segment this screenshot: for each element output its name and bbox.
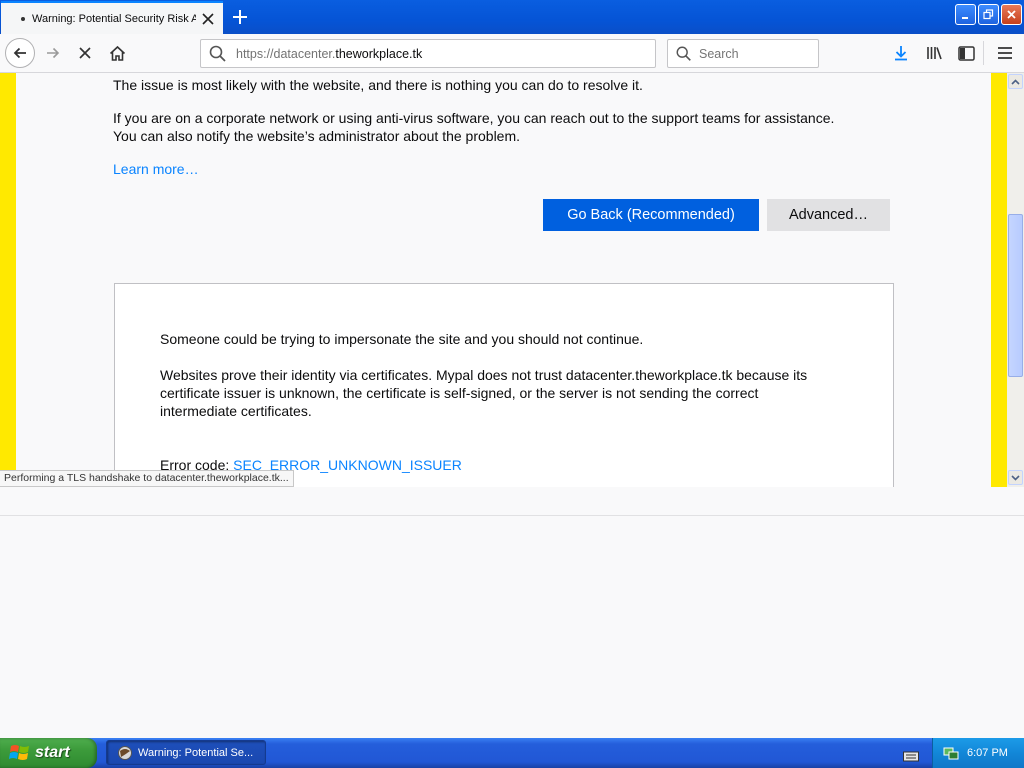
notify-admin-text: You can also notify the website’s admini… bbox=[113, 128, 521, 144]
search-icon bbox=[209, 45, 226, 62]
library-icon bbox=[926, 47, 942, 60]
restore-button[interactable] bbox=[978, 4, 999, 25]
url-bar[interactable]: https://datacenter.theworkplace.tk bbox=[200, 39, 656, 68]
advanced-button[interactable]: Advanced… bbox=[767, 199, 890, 231]
sidebar-icon bbox=[957, 45, 975, 61]
forward-button[interactable] bbox=[38, 38, 68, 68]
page-viewport: The issue is most likely with the websit… bbox=[0, 73, 1024, 487]
clock: 6:07 PM bbox=[967, 747, 1008, 759]
back-arrow-icon bbox=[13, 47, 26, 59]
close-tab-icon[interactable] bbox=[201, 11, 215, 25]
library-button[interactable] bbox=[919, 38, 949, 68]
search-input[interactable] bbox=[699, 46, 809, 61]
start-button[interactable]: start bbox=[0, 738, 97, 768]
home-button[interactable] bbox=[102, 38, 132, 68]
loading-dot-icon bbox=[21, 16, 25, 21]
stop-icon bbox=[79, 47, 91, 59]
warning-stripe-left bbox=[0, 73, 16, 487]
go-back-button[interactable]: Go Back (Recommended) bbox=[543, 199, 759, 231]
tab-active[interactable]: Warning: Potential Security Risk Ahead bbox=[1, 1, 223, 34]
new-tab-icon[interactable] bbox=[230, 7, 250, 27]
certificate-explanation-line-3: intermediate certificates. bbox=[160, 403, 312, 419]
windows-logo-icon bbox=[9, 745, 29, 760]
mypal-browser-icon bbox=[118, 745, 132, 760]
taskbar: start Warning: Potential Se... 6:07 PM bbox=[0, 738, 1024, 768]
learn-more-link[interactable]: Learn more… bbox=[113, 160, 199, 178]
sidebar-button[interactable] bbox=[951, 38, 981, 68]
back-button[interactable] bbox=[5, 38, 35, 68]
forward-arrow-icon bbox=[47, 47, 60, 59]
scroll-down-arrow-icon[interactable] bbox=[1008, 470, 1023, 485]
download-icon bbox=[895, 46, 907, 61]
navigation-toolbar: https://datacenter.theworkplace.tk bbox=[0, 34, 1024, 73]
status-panel: Performing a TLS handshake to datacenter… bbox=[0, 470, 294, 487]
certificate-explanation-line-1: Websites prove their identity via certif… bbox=[160, 367, 808, 383]
toolbar-divider bbox=[983, 41, 984, 65]
certificate-explanation-line-2: certificate issuer is unknown, the certi… bbox=[160, 385, 759, 401]
minimize-button[interactable] bbox=[955, 4, 976, 25]
stop-button[interactable] bbox=[70, 38, 100, 68]
hamburger-menu-icon bbox=[998, 47, 1012, 59]
warning-stripe-right bbox=[991, 73, 1007, 487]
menu-button[interactable] bbox=[990, 38, 1020, 68]
advanced-panel: Someone could be trying to impersonate t… bbox=[114, 283, 894, 487]
start-label: start bbox=[35, 744, 70, 761]
taskbar-item-label: Warning: Potential Se... bbox=[138, 746, 254, 759]
keyboard-icon[interactable] bbox=[903, 747, 919, 766]
vertical-scrollbar[interactable] bbox=[1007, 73, 1024, 487]
scroll-up-arrow-icon[interactable] bbox=[1008, 74, 1023, 89]
network-tray-icon[interactable] bbox=[943, 745, 959, 761]
impersonate-warning-text: Someone could be trying to impersonate t… bbox=[160, 331, 644, 347]
home-icon bbox=[109, 45, 125, 61]
search-icon bbox=[676, 46, 691, 61]
search-bar[interactable] bbox=[667, 39, 819, 68]
scrollbar-thumb[interactable] bbox=[1008, 214, 1023, 377]
blank-area bbox=[0, 487, 1024, 738]
url-text: https://datacenter.theworkplace.tk bbox=[236, 46, 423, 61]
close-window-button[interactable] bbox=[1001, 4, 1022, 25]
system-tray: 6:07 PM bbox=[932, 738, 1024, 768]
downloads-button[interactable] bbox=[886, 38, 916, 68]
divider-line bbox=[0, 515, 1024, 516]
tab-title: Warning: Potential Security Risk Ahead bbox=[32, 12, 196, 25]
tab-strip: Warning: Potential Security Risk Ahead bbox=[0, 0, 1024, 34]
taskbar-item-browser[interactable]: Warning: Potential Se... bbox=[106, 740, 266, 765]
issue-text: The issue is most likely with the websit… bbox=[113, 77, 643, 93]
corporate-network-text: If you are on a corporate network or usi… bbox=[113, 110, 835, 126]
